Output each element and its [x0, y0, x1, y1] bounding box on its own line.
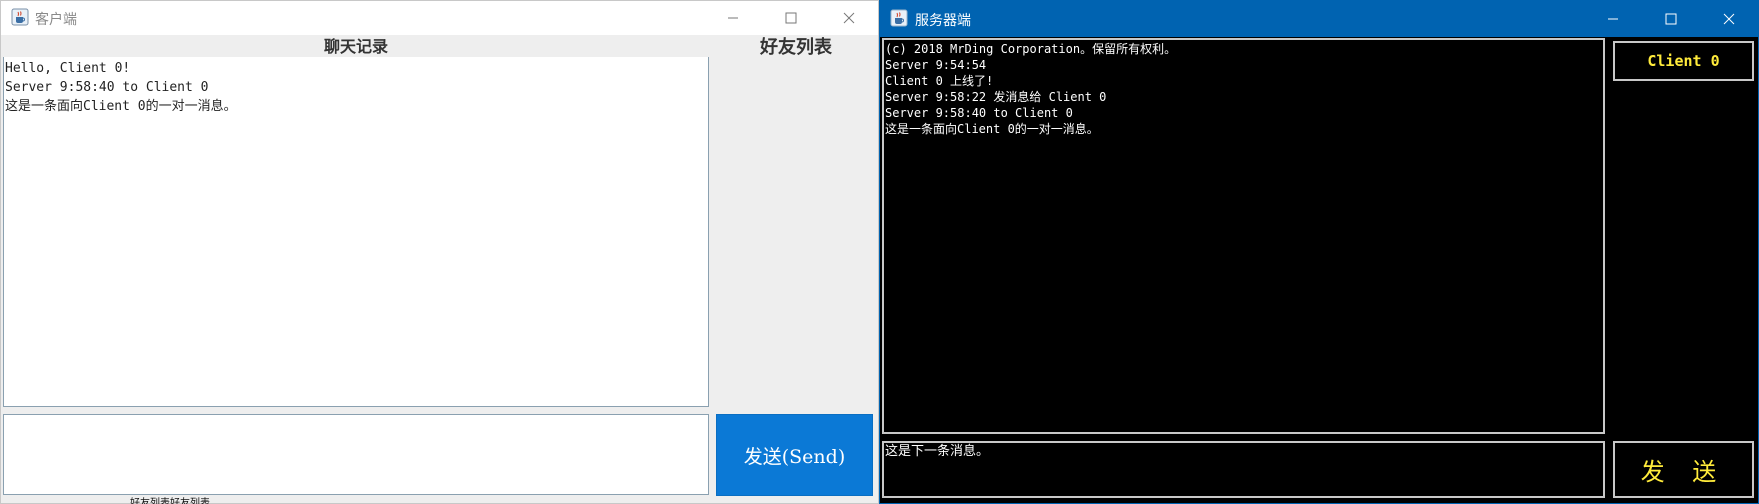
close-button[interactable] [1700, 2, 1758, 36]
log-line: Client 0 上线了! [885, 74, 994, 88]
server-send-button[interactable]: 发 送 [1613, 441, 1754, 498]
client-list-item[interactable]: Client 0 [1647, 52, 1719, 70]
log-line: Server 9:58:22 发消息给 Client 0 [885, 90, 1107, 104]
window-title: 客户端 [35, 12, 77, 28]
log-line: Server 9:54:54 [885, 58, 987, 72]
log-line: Server 9:58:40 to Client 0 [885, 106, 1073, 120]
background-window-text: 好友列表好友列表 [130, 498, 210, 504]
server-message-input[interactable]: 这是下一条消息。 [882, 441, 1605, 498]
minimize-button[interactable] [704, 1, 762, 35]
java-cup-icon [11, 8, 29, 26]
maximize-icon [1665, 13, 1677, 25]
log-line: (c) 2018 MrDing Corporation。保留所有权利。 [885, 42, 1177, 56]
window-title: 服务器端 [915, 13, 971, 29]
maximize-icon [785, 12, 797, 24]
client-titlebar[interactable]: 客户端 [1, 1, 878, 35]
minimize-button[interactable] [1584, 2, 1642, 36]
close-icon [843, 12, 855, 24]
minimize-icon [727, 12, 739, 24]
chat-line: Hello, Client 0! [5, 61, 131, 76]
server-log-area[interactable]: (c) 2018 MrDing Corporation。保留所有权利。 Serve… [882, 38, 1605, 434]
close-icon [1723, 13, 1735, 25]
client-window: 客户端 聊天记录 Hello, Client 0! Server 9:58:40 … [0, 0, 879, 504]
server-window: 服务器端 (c) 2018 MrDing Corporation。保留所有权利。… [879, 0, 1759, 504]
maximize-button[interactable] [762, 1, 820, 35]
maximize-button[interactable] [1642, 2, 1700, 36]
chat-history-area[interactable]: Hello, Client 0! Server 9:58:40 to Client… [3, 57, 709, 407]
log-line: 这是一条面向Client 0的一对一消息。 [885, 122, 1099, 136]
friend-list-header: 好友列表 [760, 37, 832, 58]
send-button[interactable]: 发送(Send) [716, 414, 873, 496]
chat-line: Server 9:58:40 to Client 0 [5, 80, 209, 95]
client-list[interactable]: Client 0 [1613, 41, 1754, 81]
close-button[interactable] [820, 1, 878, 35]
minimize-icon [1607, 13, 1619, 25]
message-input[interactable] [3, 414, 709, 495]
chat-line: 这是一条面向Client 0的一对一消息。 [5, 99, 237, 114]
server-titlebar[interactable]: 服务器端 [880, 1, 1758, 37]
chat-history-header: 聊天记录 [3, 37, 709, 57]
java-cup-icon [890, 9, 908, 27]
